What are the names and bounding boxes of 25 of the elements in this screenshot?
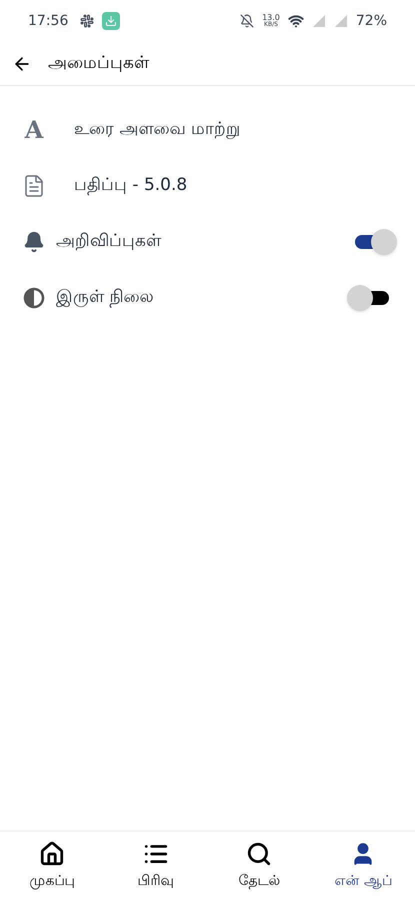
toggle-switch[interactable]	[355, 229, 397, 255]
bell-muted-icon	[240, 14, 254, 28]
search-icon	[246, 840, 272, 866]
battery-level: 72%	[356, 12, 387, 30]
slack-icon	[80, 14, 94, 28]
status-time: 17:56	[28, 12, 68, 30]
toggle-switch[interactable]	[347, 285, 389, 311]
page-title: அமைப்புகள்	[48, 52, 149, 75]
nav-tab[interactable]: முகப்பு	[0, 832, 104, 900]
settings-item[interactable]: பதிப்பு - 5.0.8	[74, 173, 188, 199]
letter-icon: A	[22, 118, 46, 142]
signal-icon	[334, 14, 348, 28]
bell-icon	[23, 231, 45, 253]
download-icon	[102, 12, 120, 30]
wifi-icon	[288, 13, 304, 29]
home-icon	[38, 840, 65, 866]
signal-icon	[312, 14, 326, 28]
nav-tab[interactable]: என் ஆப்	[311, 832, 415, 900]
nav-tab[interactable]: தேடல்	[208, 832, 312, 900]
nav-tab[interactable]: பிரிவு	[104, 832, 208, 900]
settings-item[interactable]: உரை அளவை மாற்று	[74, 117, 240, 143]
settings-label: இருள் நிலை	[56, 286, 154, 310]
speed-value: 13.0	[262, 14, 280, 22]
contrast-icon	[23, 287, 45, 309]
settings-label: அறிவிப்புகள்	[56, 230, 161, 254]
